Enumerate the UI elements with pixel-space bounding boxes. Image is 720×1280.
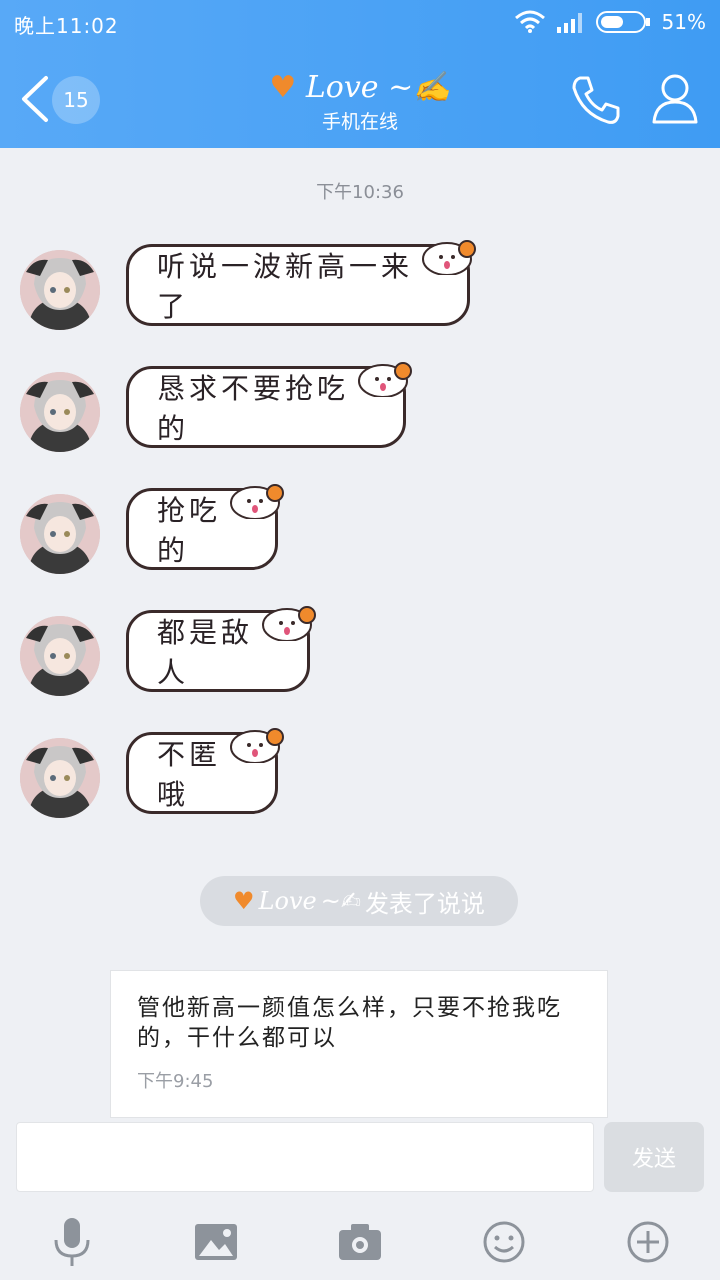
avatar-image [20,494,100,574]
cat-sticker-icon [358,362,412,397]
cat-sticker-icon [422,240,476,275]
nav-bar: 15 ♥ Love ~✍ 手机在线 [0,52,720,148]
avatar[interactable] [20,250,100,330]
chat-header: 晚上11:02 51% 15 ♥ Love ~✍ 手机在线 [0,0,720,148]
message-bubble[interactable]: 不匿哦 [126,728,284,814]
bottom-toolbar [0,1206,720,1276]
avatar-image [20,616,100,696]
avatar[interactable] [20,738,100,818]
camera-icon [339,1224,381,1260]
message-bubble[interactable]: 抢吃的 [126,484,284,570]
avatar-image [20,372,100,452]
heart-arrow-icon: ♥ [269,70,297,105]
image-button[interactable] [188,1214,244,1270]
camera-button[interactable] [332,1214,388,1270]
cat-sticker-icon [230,484,284,519]
post-action: 发表了说说 [364,889,485,918]
pen-icon: ~✍ [388,70,451,105]
profile-icon[interactable] [650,72,700,126]
image-icon [195,1224,237,1260]
avatar[interactable] [20,616,100,696]
status-time: 晚上11:02 [14,14,119,38]
more-button[interactable] [620,1214,676,1270]
smiley-icon [483,1221,525,1263]
message-bubble[interactable]: 恳求不要抢吃的 [126,362,412,448]
emoji-button[interactable] [476,1214,532,1270]
pen-icon: ~✍ [320,887,361,915]
time-separator: 下午10:36 [316,182,404,203]
status-bar: 晚上11:02 51% [0,0,720,46]
post-notice[interactable]: ♥ Love ~✍ 发表了说说 [200,876,518,926]
voice-button[interactable] [44,1214,100,1270]
message-bubble[interactable]: 听说一波新高一来了 [126,240,476,326]
battery-icon [595,11,650,33]
message-text: 听说一波新高一来了 [157,250,414,323]
status-icons: 51% [514,10,706,34]
post-time: 下午9:45 [137,1071,214,1092]
battery-percent: 51% [661,10,706,34]
avatar-image [20,738,100,818]
message-input[interactable] [16,1122,594,1192]
microphone-icon [54,1218,90,1266]
send-button[interactable]: 发送 [604,1122,704,1192]
heart-arrow-icon: ♥ [233,887,255,915]
message-bubble[interactable]: 都是敌人 [126,606,316,692]
wifi-icon [514,10,545,33]
cat-sticker-icon [262,606,316,641]
phone-icon[interactable] [570,74,620,126]
cat-sticker-icon [230,728,284,763]
avatar[interactable] [20,372,100,452]
plus-icon [627,1221,669,1263]
post-author: Love [258,887,317,915]
avatar-image [20,250,100,330]
post-card[interactable]: 管他新高一颜值怎么样，只要不抢我吃的，干什么都可以 下午9:45 [110,970,608,1118]
composer: 发送 [0,1120,720,1200]
message-text: 恳求不要抢吃的 [157,372,350,445]
avatar[interactable] [20,494,100,574]
post-text: 管他新高一颜值怎么样，只要不抢我吃的，干什么都可以 [137,995,562,1051]
signal-icon [556,13,582,33]
contact-name-text: Love [305,70,379,105]
